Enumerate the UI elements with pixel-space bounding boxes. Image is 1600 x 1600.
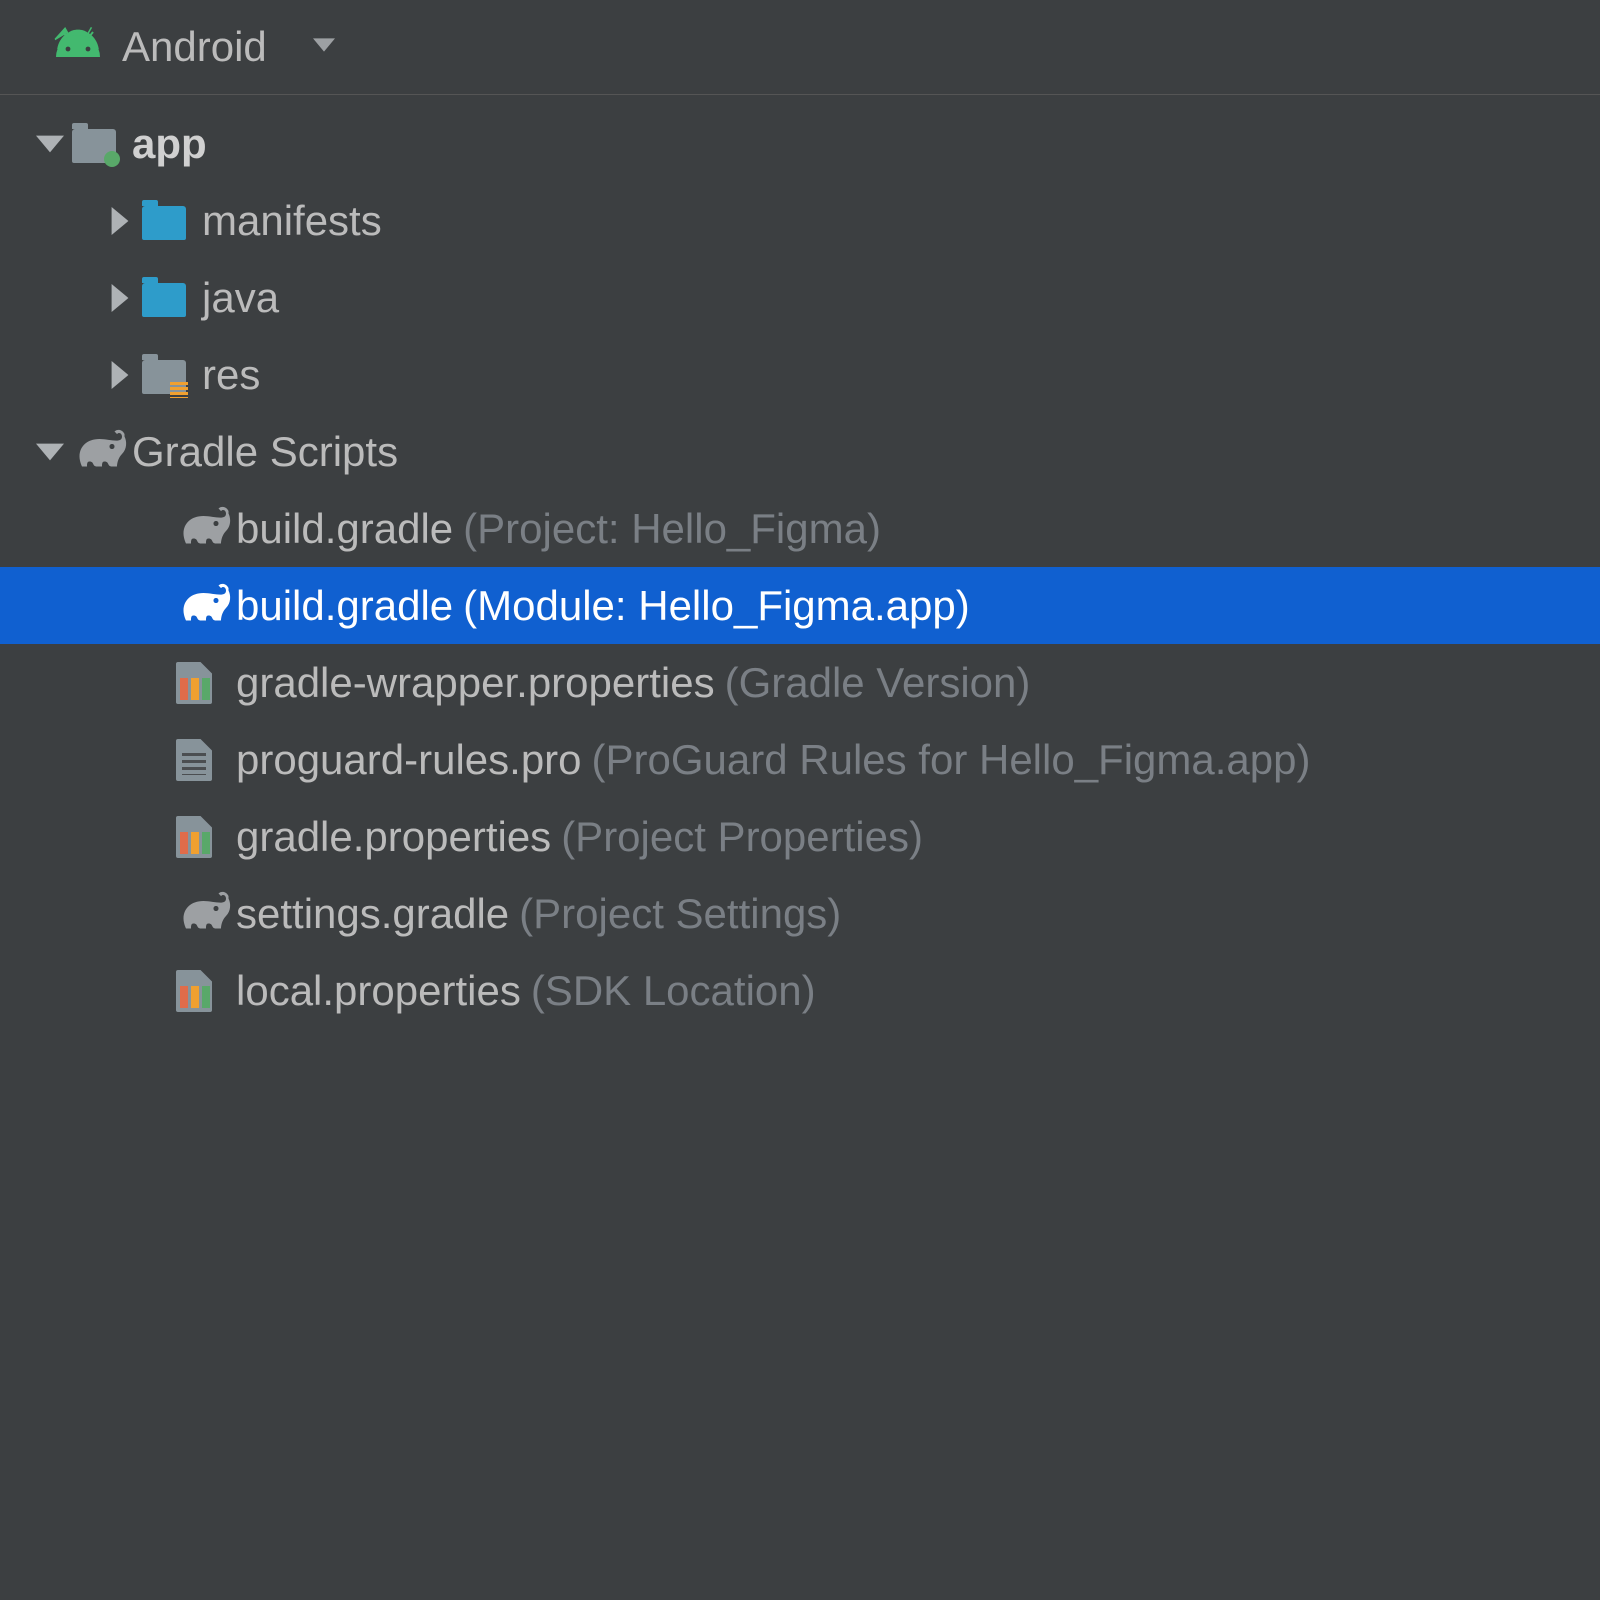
project-view-label: Android <box>122 23 267 71</box>
folder-icon <box>142 281 202 315</box>
module-folder-icon <box>72 127 132 161</box>
chevron-down-icon[interactable] <box>28 130 72 158</box>
gradle-script-item[interactable]: gradle-wrapper.properties(Gradle Version… <box>0 644 1600 721</box>
gradle-icon <box>176 891 236 936</box>
file-name: settings.gradle <box>236 893 509 935</box>
gradle-script-item[interactable]: build.gradle(Module: Hello_Figma.app) <box>0 567 1600 644</box>
gradle-script-item[interactable]: settings.gradle(Project Settings) <box>0 875 1600 952</box>
tree-node-res[interactable]: res <box>0 336 1600 413</box>
file-hint: (Gradle Version) <box>725 662 1031 704</box>
gradle-script-item[interactable]: local.properties(SDK Location) <box>0 952 1600 1029</box>
chevron-right-icon[interactable] <box>98 361 142 389</box>
tree-node-label: manifests <box>202 200 382 242</box>
file-hint: (SDK Location) <box>531 970 816 1012</box>
tree-node-label: app <box>132 123 207 165</box>
android-icon <box>54 27 102 68</box>
dropdown-arrow-icon[interactable] <box>313 34 335 61</box>
tree-node-java[interactable]: java <box>0 259 1600 336</box>
file-hint: (ProGuard Rules for Hello_Figma.app) <box>592 739 1311 781</box>
file-name: gradle.properties <box>236 816 551 858</box>
text-file-icon <box>176 739 236 781</box>
tree-node-label: Gradle Scripts <box>132 431 398 473</box>
tree-node-label: java <box>202 277 279 319</box>
tree-node-app[interactable]: app <box>0 105 1600 182</box>
file-name: local.properties <box>236 970 521 1012</box>
chevron-right-icon[interactable] <box>98 207 142 235</box>
gradle-script-item[interactable]: build.gradle(Project: Hello_Figma) <box>0 490 1600 567</box>
tree-node-gradle-scripts[interactable]: Gradle Scripts <box>0 413 1600 490</box>
properties-file-icon <box>176 662 236 704</box>
chevron-down-icon[interactable] <box>28 438 72 466</box>
properties-file-icon <box>176 970 236 1012</box>
project-view-header[interactable]: Android <box>0 0 1600 95</box>
file-hint: (Project Properties) <box>561 816 923 858</box>
file-name: gradle-wrapper.properties <box>236 662 715 704</box>
folder-icon <box>142 204 202 238</box>
file-hint: (Project Settings) <box>519 893 841 935</box>
tree-node-manifests[interactable]: manifests <box>0 182 1600 259</box>
file-hint: (Project: Hello_Figma) <box>463 508 881 550</box>
gradle-icon <box>72 429 132 474</box>
file-hint: (Module: Hello_Figma.app) <box>463 585 970 627</box>
properties-file-icon <box>176 816 236 858</box>
file-name: build.gradle <box>236 585 453 627</box>
chevron-right-icon[interactable] <box>98 284 142 312</box>
gradle-icon <box>176 583 236 628</box>
project-tree: app manifests java res Gradle Scripts <box>0 95 1600 1029</box>
tree-node-label: res <box>202 354 260 396</box>
gradle-icon <box>176 506 236 551</box>
gradle-script-item[interactable]: gradle.properties(Project Properties) <box>0 798 1600 875</box>
resources-folder-icon <box>142 358 202 392</box>
file-name: proguard-rules.pro <box>236 739 582 781</box>
file-name: build.gradle <box>236 508 453 550</box>
gradle-script-item[interactable]: proguard-rules.pro(ProGuard Rules for He… <box>0 721 1600 798</box>
